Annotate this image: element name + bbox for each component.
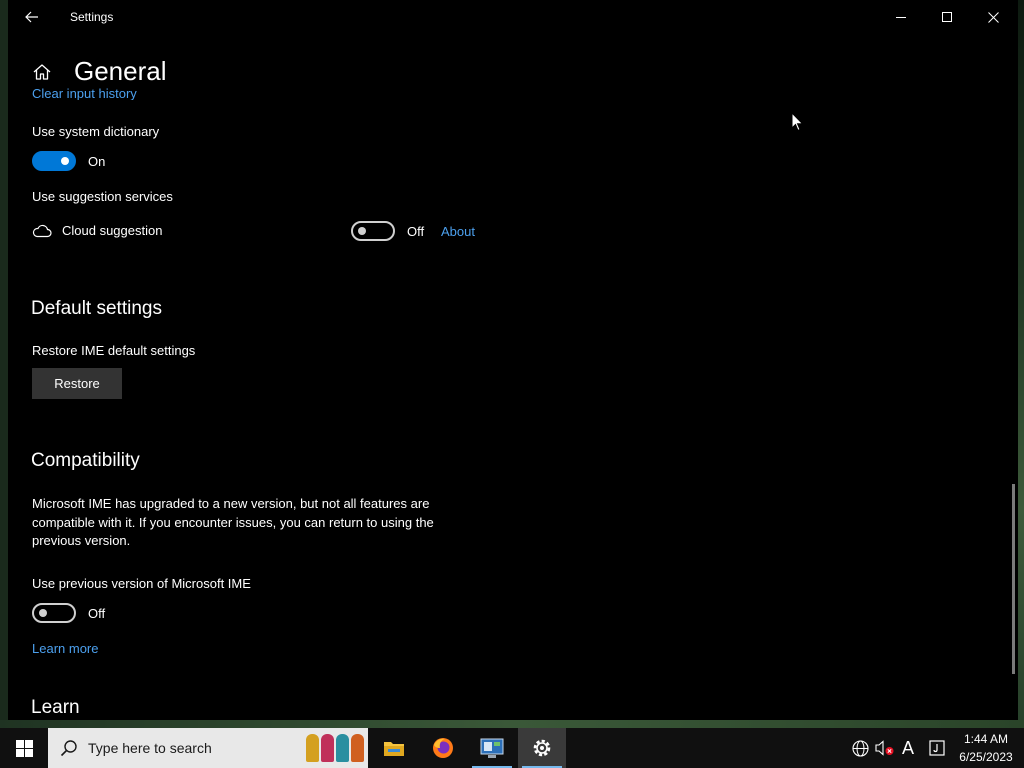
previous-version-label: Use previous version of Microsoft IME bbox=[32, 576, 251, 591]
cloud-suggestion-label: Cloud suggestion bbox=[62, 223, 163, 238]
network-tray-button[interactable] bbox=[850, 738, 870, 758]
compatibility-description: Microsoft IME has upgraded to a new vers… bbox=[32, 496, 434, 548]
firefox-button[interactable] bbox=[419, 728, 467, 768]
toggle-knob bbox=[61, 157, 69, 165]
arrow-left-icon bbox=[25, 11, 38, 23]
previous-version-state: Off bbox=[88, 606, 106, 621]
home-icon[interactable] bbox=[32, 62, 52, 82]
taskbar-search-box[interactable]: Type here to search bbox=[48, 728, 368, 768]
clear-input-history-label: Clear input history bbox=[32, 86, 137, 100]
search-icon bbox=[60, 740, 77, 757]
compatibility-heading: Compatibility bbox=[31, 450, 140, 471]
restore-button[interactable]: Restore bbox=[32, 368, 122, 399]
file-explorer-button[interactable] bbox=[370, 728, 418, 768]
globe-icon bbox=[851, 739, 869, 757]
ime-icon bbox=[929, 740, 945, 756]
clock-date: 6/25/2023 bbox=[959, 750, 1013, 764]
toggle-knob bbox=[358, 227, 366, 235]
learn-heading: Learn bbox=[31, 697, 80, 718]
taskbar-clock[interactable]: 1:44 AM 6/25/2023 bbox=[948, 730, 1024, 766]
about-link[interactable]: About bbox=[441, 224, 475, 239]
search-highlight-image bbox=[306, 734, 364, 762]
cloud-suggestion-state: Off bbox=[407, 224, 425, 239]
control-panel-icon bbox=[480, 738, 504, 758]
mouse-cursor bbox=[791, 112, 804, 132]
search-placeholder: Type here to search bbox=[88, 740, 212, 756]
close-icon bbox=[987, 11, 999, 23]
close-button[interactable] bbox=[970, 0, 1016, 34]
page-header: General bbox=[32, 56, 167, 87]
default-settings-heading: Default settings bbox=[31, 298, 162, 319]
windows-logo-icon bbox=[15, 739, 33, 757]
ime-tray-button[interactable] bbox=[926, 738, 948, 758]
minimize-icon bbox=[895, 16, 906, 18]
desktop-background-bottom bbox=[0, 720, 1024, 728]
previous-version-toggle[interactable] bbox=[32, 603, 76, 623]
volume-tray-button[interactable] bbox=[874, 738, 896, 758]
taskbar: Type here to search A 1:44 AM 6/25/2023 bbox=[0, 728, 1024, 768]
settings-taskbar-button[interactable] bbox=[518, 728, 566, 768]
control-panel-button[interactable] bbox=[468, 728, 516, 768]
system-dictionary-toggle[interactable] bbox=[32, 151, 76, 171]
desktop-background bbox=[1018, 0, 1024, 728]
system-dictionary-state: On bbox=[88, 154, 106, 169]
page-title: General bbox=[74, 56, 167, 86]
settings-icon bbox=[533, 739, 551, 757]
volume-muted-icon bbox=[875, 740, 894, 756]
toggle-knob bbox=[39, 609, 47, 617]
file-explorer-icon bbox=[384, 742, 404, 756]
cloud-suggestion-toggle[interactable] bbox=[351, 221, 395, 241]
title-bar: Settings bbox=[8, 0, 1018, 34]
cloud-icon bbox=[32, 224, 52, 238]
minimize-button[interactable] bbox=[878, 0, 924, 34]
maximize-icon bbox=[941, 11, 952, 22]
scrollbar-thumb[interactable] bbox=[1012, 484, 1015, 674]
window-title: Settings bbox=[70, 10, 114, 24]
clear-input-history-link[interactable]: Clear input history bbox=[32, 86, 137, 100]
back-button[interactable] bbox=[18, 4, 46, 30]
restore-defaults-label: Restore IME default settings bbox=[32, 343, 196, 358]
firefox-icon bbox=[433, 738, 453, 758]
settings-window: Settings General Clear input history Use… bbox=[8, 0, 1018, 720]
clock-time: 1:44 AM bbox=[963, 732, 1009, 746]
maximize-button[interactable] bbox=[924, 0, 970, 34]
ime-mode-indicator[interactable]: A bbox=[900, 738, 916, 758]
start-button[interactable] bbox=[0, 728, 48, 768]
suggestion-services-label: Use suggestion services bbox=[32, 189, 173, 204]
system-dictionary-label: Use system dictionary bbox=[32, 124, 160, 139]
learn-more-link[interactable]: Learn more bbox=[32, 641, 98, 656]
